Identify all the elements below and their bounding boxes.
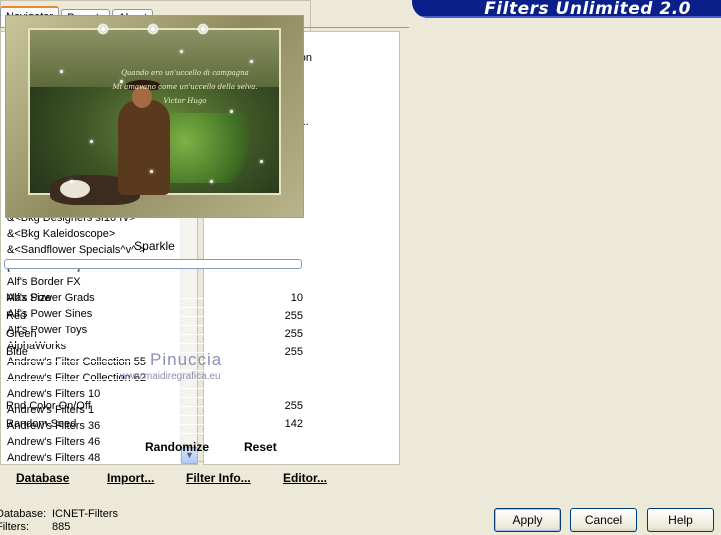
- help-button[interactable]: Help: [647, 508, 714, 532]
- parameter-row[interactable]: Green 255: [4, 326, 305, 344]
- banner-title: Filters Unlimited 2.0: [484, 0, 691, 18]
- flower-ornament: [196, 22, 210, 36]
- image-scene: Quando ero un'uccello di campagna Mi ama…: [28, 28, 281, 205]
- current-filter-name: Sparkle: [134, 239, 175, 253]
- flower-ornament: [96, 22, 110, 36]
- parameter-value: 255: [284, 346, 303, 358]
- apply-button[interactable]: Apply: [494, 508, 561, 532]
- parameter-name: Max Size: [6, 292, 52, 304]
- randomize-button[interactable]: Randomize: [145, 440, 209, 454]
- import-button[interactable]: Import...: [107, 471, 154, 485]
- randomize-indicator: [161, 424, 173, 430]
- watermark-name: Pinuccia: [150, 350, 223, 369]
- scene-figure: [118, 80, 170, 195]
- parameter-value: 255: [284, 310, 303, 322]
- filter-info-button[interactable]: Filter Info...: [186, 471, 251, 485]
- progress-bar: [4, 259, 302, 269]
- parameter-name: Blue: [6, 346, 29, 358]
- parameter-name: Random Seed: [6, 418, 77, 430]
- reset-button[interactable]: Reset: [244, 440, 277, 454]
- parameter-row[interactable]: [4, 380, 305, 398]
- parameter-name: Rnd Color On/Off: [6, 400, 91, 412]
- preview-image[interactable]: Quando ero un'uccello di campagna Mi ama…: [5, 15, 304, 218]
- editor-button[interactable]: Editor...: [283, 471, 327, 485]
- parameter-row[interactable]: Random Seed 142: [4, 416, 305, 434]
- database-label: Database:: [0, 508, 47, 520]
- parameter-row[interactable]: Rnd Color On/Off 255: [4, 398, 305, 416]
- category-item[interactable]: Alf's Border FX: [1, 274, 152, 290]
- flower-ornament: [146, 22, 160, 36]
- parameter-row[interactable]: Max Size 10: [4, 290, 305, 308]
- parameter-value: 255: [284, 328, 303, 340]
- parameter-value: 10: [290, 292, 303, 304]
- filters-label: Filters:: [0, 521, 29, 533]
- database-value: ICNET-Filters: [52, 508, 118, 520]
- cancel-button[interactable]: Cancel: [570, 508, 637, 532]
- parameter-name: Green: [6, 328, 37, 340]
- database-button[interactable]: Database: [16, 471, 69, 485]
- category-item[interactable]: Andrew's Filters 48: [1, 450, 152, 466]
- watermark-site: www.maidiregrafica.eu: [120, 371, 221, 382]
- parameter-value: 255: [284, 400, 303, 412]
- app-banner: Filters Unlimited 2.0: [412, 0, 721, 18]
- parameter-value: 142: [284, 418, 303, 430]
- parameter-row[interactable]: Red 255: [4, 308, 305, 326]
- filters-value: 885: [52, 521, 71, 533]
- parameter-name: Red: [6, 310, 27, 322]
- category-item[interactable]: Andrew's Filters 46: [1, 434, 152, 450]
- image-verse: Quando ero un'uccello di campagna Mi ama…: [112, 69, 258, 105]
